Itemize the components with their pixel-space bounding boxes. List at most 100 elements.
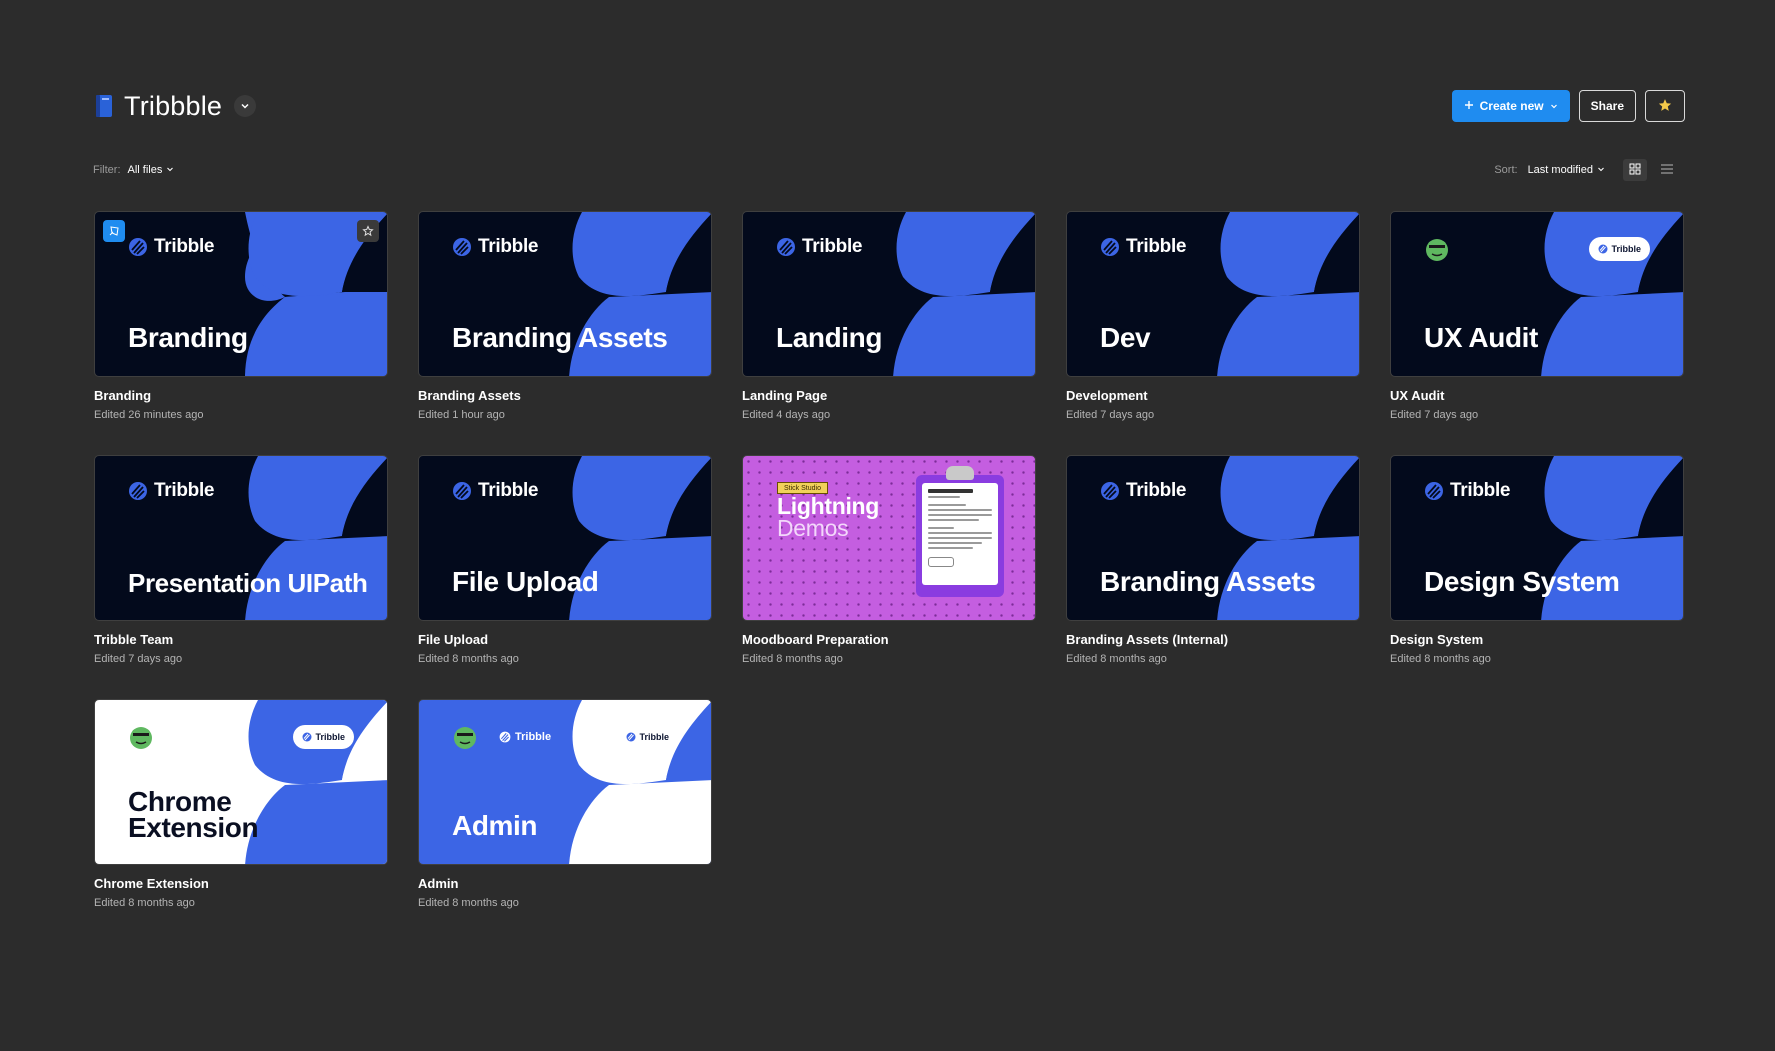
- tribble-logo-icon: [1425, 482, 1443, 500]
- files-toolbar: Filter: All files Sort: Last modified: [93, 159, 1679, 181]
- file-thumbnail: Stick Studio Lightning Demos: [742, 455, 1036, 621]
- tribble-logo-icon: [777, 238, 795, 256]
- create-new-label: Create new: [1479, 99, 1544, 113]
- filter-label: Filter:: [93, 164, 121, 176]
- create-new-button[interactable]: Create new: [1451, 90, 1570, 122]
- file-edited: Edited 8 months ago: [418, 653, 519, 665]
- frog-avatar-icon: [454, 727, 476, 749]
- project-title: Tribbble: [124, 90, 223, 121]
- brand-logo: Tribble: [1100, 480, 1187, 502]
- chevron-down-icon: [1597, 164, 1605, 176]
- file-name: UX Audit: [1390, 388, 1445, 403]
- file-thumbnail: Tribble Landing: [742, 211, 1036, 377]
- thumbnail-title: Landing: [776, 322, 883, 353]
- brand-logo: Tribble: [499, 731, 551, 743]
- file-card[interactable]: Tribble File Upload File Upload Edited 8…: [418, 455, 712, 665]
- file-thumbnail: Tribble Chrome Extension: [94, 699, 388, 865]
- tribble-pill: Tribble: [617, 725, 678, 749]
- file-card[interactable]: Tribble UX Audit UX Audit Edited 7 days …: [1390, 211, 1684, 421]
- clipboard-illustration: [916, 466, 1004, 597]
- tribble-logo-icon: [499, 731, 511, 743]
- file-name: Chrome Extension: [94, 876, 209, 891]
- file-edited: Edited 8 months ago: [1390, 653, 1491, 665]
- thumbnail-title: UX Audit: [1424, 322, 1538, 353]
- file-thumbnail: Tribble Design System: [1390, 455, 1684, 621]
- file-edited: Edited 8 months ago: [418, 897, 519, 909]
- file-card[interactable]: Tribble Branding Assets Branding Assets …: [418, 211, 712, 421]
- file-thumbnail: Tribble File Upload: [418, 455, 712, 621]
- sort-dropdown[interactable]: Last modified: [1528, 164, 1605, 176]
- thumbnail-title: Branding Assets: [452, 322, 668, 353]
- share-button[interactable]: Share: [1578, 90, 1636, 122]
- thumbnail-title: Branding: [128, 322, 248, 353]
- file-name: Landing Page: [742, 388, 828, 403]
- file-edited: Edited 1 hour ago: [418, 409, 505, 421]
- sort-label: Sort:: [1494, 164, 1518, 176]
- file-name: Design System: [1390, 632, 1484, 647]
- file-thumbnail: Tribble Presentation UIPath: [94, 455, 388, 621]
- file-name: Branding Assets (Internal): [1066, 632, 1229, 647]
- file-name: Development: [1066, 388, 1148, 403]
- design-file-icon: [103, 220, 125, 242]
- tribble-logo-icon: [1101, 482, 1119, 500]
- brand-logo: Tribble: [1424, 480, 1511, 502]
- thumbnail-title: Design System: [1424, 566, 1620, 597]
- file-card[interactable]: Tribble Tribble Admin Admin Edited 8 mon…: [418, 699, 712, 909]
- tribble-pill: Tribble: [1589, 237, 1650, 261]
- file-card[interactable]: Tribble Branding Branding Edited 26 minu…: [94, 211, 388, 421]
- file-card[interactable]: Tribble Design System Design System Edit…: [1390, 455, 1684, 665]
- brand-logo: Tribble: [452, 480, 539, 502]
- file-name: Admin: [418, 876, 459, 891]
- file-edited: Edited 8 months ago: [742, 653, 843, 665]
- favorite-button[interactable]: [1645, 90, 1685, 122]
- file-card[interactable]: Tribble Chrome Extension Chrome Extensio…: [94, 699, 388, 909]
- file-grid: Tribble Branding Branding Edited 26 minu…: [94, 211, 1684, 909]
- file-card[interactable]: Tribble Dev Development Edited 7 days ag…: [1066, 211, 1360, 421]
- brand-logo: Tribble: [128, 236, 215, 258]
- file-name: File Upload: [418, 632, 489, 647]
- file-edited: Edited 7 days ago: [1390, 409, 1479, 421]
- file-edited: Edited 8 months ago: [1066, 653, 1167, 665]
- thumbnail-title: Lightning Demos: [777, 493, 880, 541]
- chevron-down-icon: [166, 164, 174, 176]
- project-menu-chevron-icon[interactable]: [234, 95, 257, 117]
- file-card[interactable]: Tribble Landing Landing Page Edited 4 da…: [742, 211, 1036, 421]
- file-name: Branding Assets: [418, 388, 521, 403]
- file-thumbnail: Tribble Branding: [94, 211, 388, 377]
- thumbnail-title: Dev: [1100, 322, 1151, 353]
- file-edited: Edited 8 months ago: [94, 897, 195, 909]
- file-card[interactable]: Stick Studio Lightning Demos Moodboard P…: [742, 455, 1036, 665]
- file-card[interactable]: Tribble Presentation UIPath Tribble Team…: [94, 455, 388, 665]
- project-header: Tribbble Create new Share: [94, 88, 1685, 124]
- file-thumbnail: Tribble Branding Assets: [1066, 455, 1360, 621]
- book-icon: [94, 94, 114, 118]
- brand-logo: Tribble: [1100, 236, 1187, 258]
- header-actions: Create new Share: [1451, 90, 1685, 122]
- file-thumbnail: Tribble Tribble Admin: [418, 699, 712, 865]
- file-name: Tribble Team: [94, 632, 174, 647]
- filter-dropdown[interactable]: All files: [128, 164, 175, 176]
- file-edited: Edited 26 minutes ago: [94, 409, 204, 421]
- file-edited: Edited 7 days ago: [1066, 409, 1155, 421]
- sort-controls: Sort: Last modified: [1494, 159, 1679, 181]
- file-name: Branding: [94, 388, 152, 403]
- chevron-down-icon: [1550, 99, 1558, 113]
- grid-view-button[interactable]: [1623, 159, 1647, 181]
- filter-value: All files: [127, 164, 163, 176]
- list-view-button[interactable]: [1655, 159, 1679, 181]
- sort-value: Last modified: [1527, 164, 1593, 176]
- thumbnail-title: Chrome Extension: [128, 785, 259, 844]
- tribble-logo-icon: [453, 238, 471, 256]
- star-icon[interactable]: [357, 220, 379, 242]
- file-thumbnail: Tribble Dev: [1066, 211, 1360, 377]
- plus-icon: [1464, 99, 1474, 113]
- tribble-logo-icon: [453, 482, 471, 500]
- thumbnail-title: File Upload: [452, 566, 599, 597]
- file-card[interactable]: Tribble Branding Assets Branding Assets …: [1066, 455, 1360, 665]
- frog-avatar-icon: [1426, 239, 1448, 261]
- brand-logo: Tribble: [452, 236, 539, 258]
- grid-icon: [1629, 163, 1641, 178]
- thumbnail-title: Branding Assets: [1100, 566, 1316, 597]
- star-icon: [1658, 98, 1672, 115]
- thumbnail-title: Presentation UIPath: [128, 568, 368, 598]
